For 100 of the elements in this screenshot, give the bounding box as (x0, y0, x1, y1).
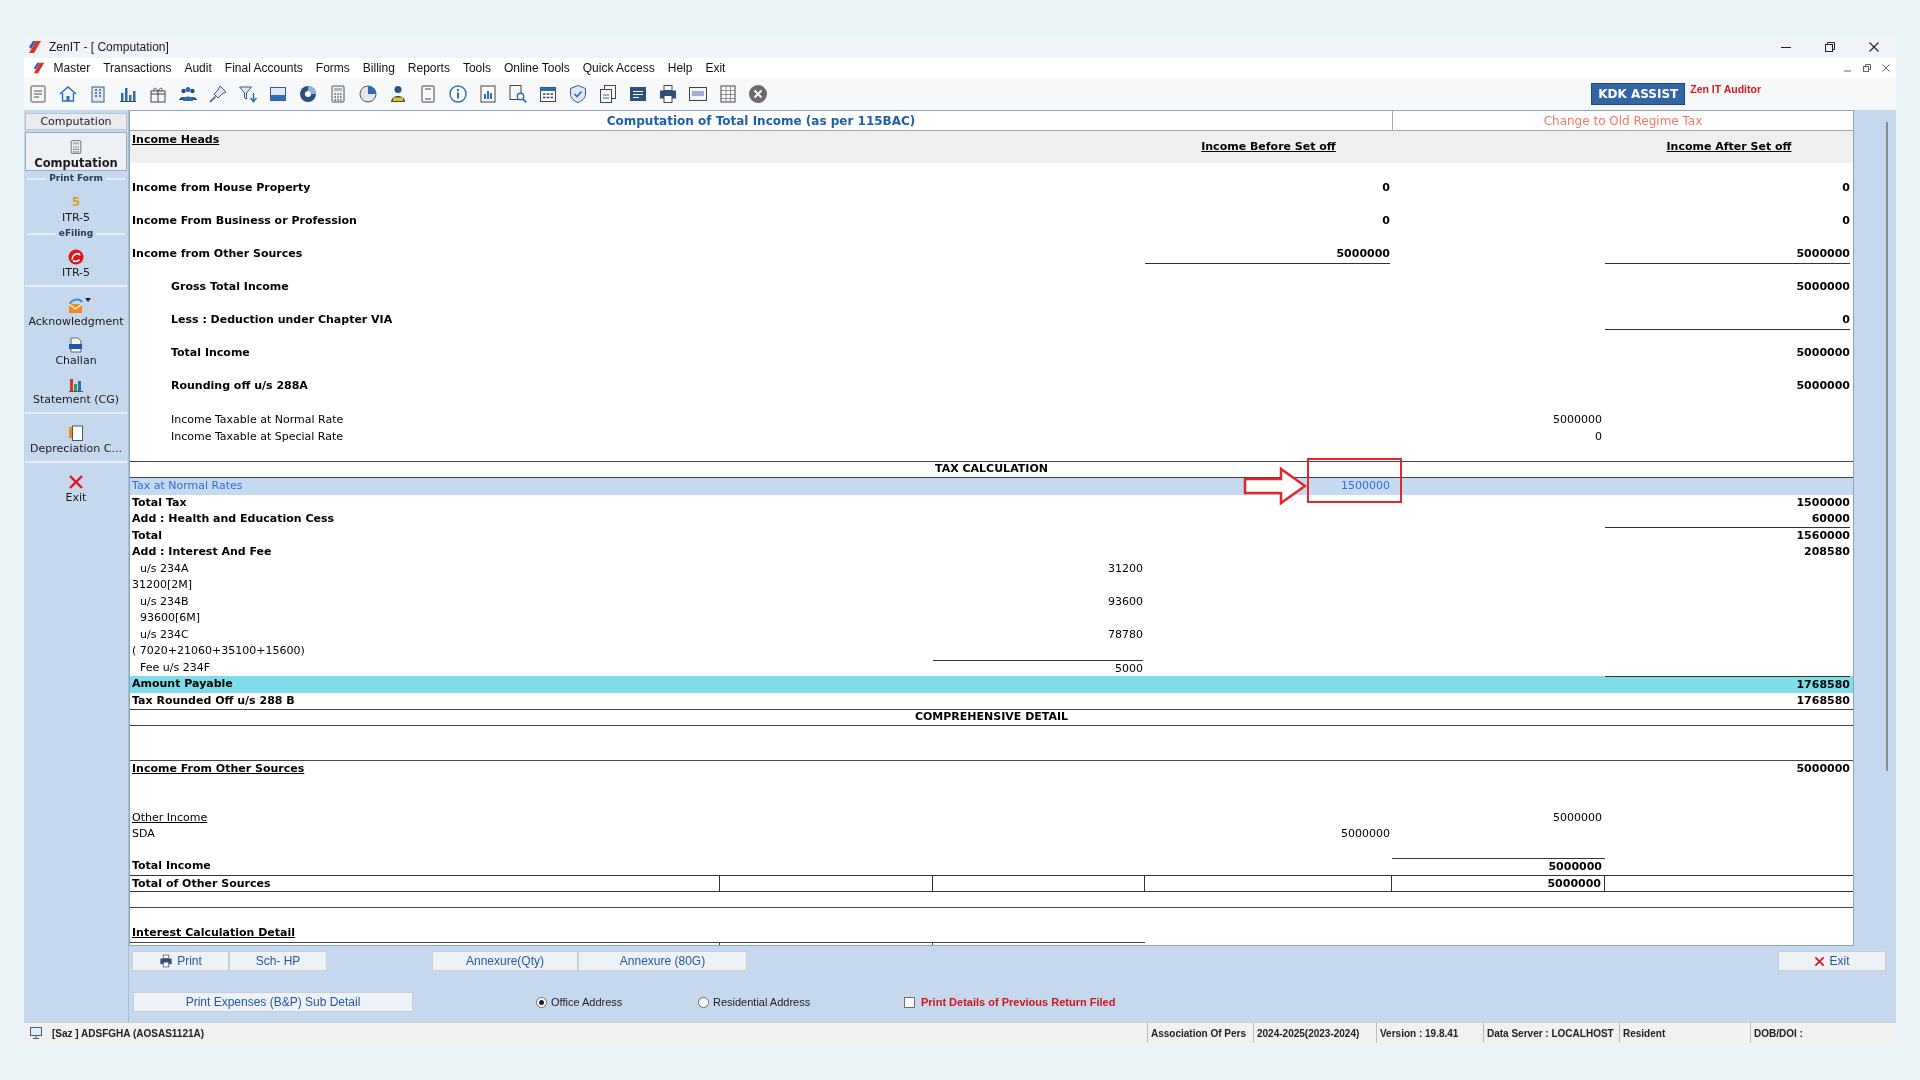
menu-item[interactable]: Help (661, 59, 699, 77)
income-head-label: Rounding off u/s 288A (171, 377, 308, 394)
radio-label[interactable]: Office Address (551, 993, 623, 1011)
report-row[interactable]: ( 7020+21060+35100+15600) (130, 643, 1853, 660)
book-icon[interactable] (418, 84, 438, 104)
scrollbar[interactable] (1886, 122, 1888, 771)
report-row[interactable]: u/s 234B 93600 (130, 593, 1853, 610)
radio-button[interactable] (536, 996, 547, 1008)
section-heading: Income Heads (132, 133, 220, 146)
calendar-icon[interactable] (538, 84, 558, 104)
sidebar-item[interactable]: Computation (25, 132, 127, 171)
bar-chart-icon (68, 376, 84, 392)
assist-button[interactable]: KDK ASSIST (1591, 83, 1686, 105)
person-icon[interactable] (388, 84, 408, 104)
checkbox-label[interactable]: Print Details of Previous Return Filed (921, 993, 1116, 1011)
amount-value: 93600 (1107, 593, 1143, 610)
report-row[interactable]: Amount Payable 1768580 (130, 676, 1853, 693)
people-icon[interactable] (178, 84, 198, 104)
amount-value: 5000000 (1548, 860, 1602, 873)
status-text: 2024-2025(2023-2024) (1257, 1026, 1360, 1041)
action-button[interactable]: Annexure (80G) (578, 951, 747, 971)
sidebar-item[interactable]: Depreciation C... (25, 418, 127, 457)
close-icon[interactable] (1881, 63, 1891, 73)
shield-icon[interactable] (568, 84, 588, 104)
calculator-icon[interactable] (328, 84, 348, 104)
section-label: Print Form (49, 172, 103, 186)
taxable-income-label: Income Taxable at Special Rate (171, 430, 344, 443)
menu-item[interactable]: Audit (177, 59, 219, 77)
amount-value: 60000 (1605, 511, 1850, 528)
menu-item[interactable]: Master (47, 59, 97, 77)
card-icon[interactable] (688, 84, 708, 104)
income-head-label: Total Income (171, 344, 250, 361)
action-button[interactable]: Annexure(Qty) (432, 951, 578, 971)
income-item-label: SDA (132, 827, 155, 840)
menu-item[interactable]: Final Accounts (218, 59, 310, 77)
income-head-label: Income from Other Sources (132, 245, 303, 262)
building-icon[interactable] (88, 84, 108, 104)
menu-item[interactable]: Forms (309, 59, 357, 77)
pie-chart-icon[interactable] (358, 84, 378, 104)
tax-line-label: Tax at Normal Rates (132, 478, 243, 494)
info-icon[interactable] (448, 84, 468, 104)
menu-item[interactable]: Online Tools (497, 59, 577, 77)
checkbox[interactable] (904, 996, 915, 1008)
sidebar-item[interactable]: Challan (25, 330, 127, 369)
restore-icon[interactable] (1862, 63, 1872, 73)
close-icon[interactable] (748, 84, 768, 104)
report-row[interactable]: u/s 234A 31200 (130, 560, 1853, 577)
menu-item[interactable]: Tools (456, 59, 498, 77)
menu-item[interactable]: Exit (698, 59, 732, 77)
document-search-icon[interactable] (508, 84, 528, 104)
filter-icon[interactable] (238, 84, 258, 104)
report-row[interactable]: Total Tax 1500000 (130, 494, 1853, 511)
caret-icon (84, 298, 91, 302)
logo-icon (33, 62, 45, 74)
column-header: Income After Set off (1666, 139, 1792, 155)
home-icon[interactable] (58, 84, 78, 104)
radio-button[interactable] (698, 996, 709, 1008)
report-row[interactable]: Tax Rounded Off u/s 288 B 1768580 (130, 692, 1853, 709)
status-text: Version : 19.8.41 (1380, 1026, 1459, 1041)
menu-item[interactable]: Reports (401, 59, 457, 77)
income-head-label: Income From Business or Profession (132, 212, 357, 229)
sidebar-item[interactable]: Statement (CG) (25, 369, 127, 408)
radio-label[interactable]: Residential Address (713, 993, 811, 1011)
spreadsheet-icon[interactable] (718, 84, 738, 104)
tax-line-label: ( 7020+21060+35100+15600) (132, 643, 305, 659)
disc-icon[interactable] (298, 84, 318, 104)
tax-line-label: Fee u/s 234F (140, 659, 210, 676)
report-row[interactable]: 93600[6M] (130, 610, 1853, 627)
exit-button[interactable]: Exit (1778, 951, 1886, 971)
amount-value: 1500000 (1340, 478, 1390, 494)
report-row[interactable]: Total 1560000 (130, 527, 1853, 544)
pin-icon[interactable] (208, 84, 228, 104)
menu-item[interactable]: Transactions (96, 59, 178, 77)
report-row[interactable]: Add : Interest And Fee 208580 (130, 544, 1853, 561)
action-button[interactable]: Print (132, 951, 229, 971)
printer-icon[interactable] (658, 84, 678, 104)
product-label: Zen IT Auditor (1690, 82, 1761, 96)
report-row[interactable]: 31200[2M] (130, 577, 1853, 594)
ledger-icon[interactable] (628, 84, 648, 104)
menu-item[interactable]: Quick Access (576, 59, 662, 77)
menu-item[interactable]: Billing (356, 59, 402, 77)
amount-value: 5000000 (1145, 243, 1390, 264)
copy-icon[interactable] (598, 84, 618, 104)
income-head-label: Less : Deduction under Chapter VIA (171, 311, 393, 328)
action-button[interactable]: Print Expenses (B&P) Sub Detail (133, 992, 413, 1012)
box-icon[interactable] (268, 84, 288, 104)
envelope-arrow-icon (67, 298, 84, 314)
sidebar-item[interactable]: 5 ITR-5 (25, 187, 127, 226)
action-button[interactable]: Sch- HP (229, 951, 327, 971)
sidebar-item[interactable]: Exit (25, 467, 127, 506)
amount-value: 0 (1841, 179, 1850, 196)
summary-label: Total of Other Sources (132, 877, 271, 890)
report-row[interactable]: Add : Health and Education Cess 60000 (130, 511, 1853, 528)
sidebar-header[interactable]: Computation (25, 113, 127, 130)
sidebar-item[interactable]: ITR-5 (25, 242, 127, 281)
amount-value: 1500000 (1795, 494, 1850, 511)
sidebar-item[interactable]: Acknowledgment (25, 291, 127, 330)
report-icon[interactable] (478, 84, 498, 104)
report-row[interactable]: u/s 234C 78780 (130, 626, 1853, 643)
taxable-income-label: Income Taxable at Normal Rate (171, 413, 344, 426)
